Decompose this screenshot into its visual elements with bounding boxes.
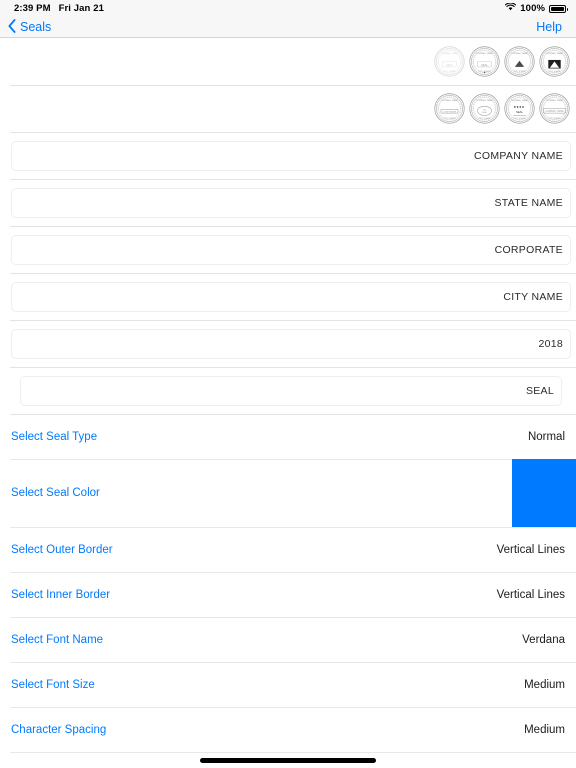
seal-thumb-8[interactable]: COMPANY NAME CITY STATE COMPANY NAME xyxy=(539,93,570,124)
svg-text:SEAL: SEAL xyxy=(481,63,488,67)
svg-text:COMPANY NAME: COMPANY NAME xyxy=(546,52,564,55)
svg-text:CITY STATE: CITY STATE xyxy=(444,117,456,120)
status-bar-left: 2:39 PM Fri Jan 21 xyxy=(14,3,104,14)
select-inner-border-label: Select Inner Border xyxy=(11,588,111,601)
company-name-field[interactable]: COMPANY NAME xyxy=(11,140,571,171)
svg-text:COMPANY NAME: COMPANY NAME xyxy=(441,99,459,102)
seal-thumb-1[interactable]: COMPANY NAME CITY STATE SEAL xyxy=(434,46,465,77)
year-field-row: 2018 xyxy=(0,320,576,367)
select-font-name-label: Select Font Name xyxy=(11,633,104,646)
status-bar-right: 100% xyxy=(505,2,568,14)
character-spacing-label: Character Spacing xyxy=(11,723,107,736)
svg-text:CORPORATE: CORPORATE xyxy=(443,110,457,113)
svg-text:CITY STATE: CITY STATE xyxy=(479,117,491,120)
svg-text:CITY STATE: CITY STATE xyxy=(549,117,561,120)
select-font-size-label: Select Font Size xyxy=(11,678,95,691)
back-button-label: Seals xyxy=(20,20,52,34)
status-time: 2:39 PM xyxy=(14,3,51,14)
select-outer-border-value: Vertical Lines xyxy=(496,543,565,556)
svg-text:COMPANY NAME: COMPANY NAME xyxy=(476,52,494,55)
select-font-name-value: Verdana xyxy=(522,633,565,646)
status-bar: 2:39 PM Fri Jan 21 100% xyxy=(0,0,576,17)
select-seal-color-row[interactable]: Select Seal Color xyxy=(0,459,576,527)
home-indicator[interactable] xyxy=(200,758,376,763)
seal-thumb-5[interactable]: COMPANY NAME CITY STATE CORPORATE xyxy=(434,93,465,124)
corporate-field-row: CORPORATE xyxy=(0,226,576,273)
seal-thumb-7[interactable]: COMPANY NAME CITY STATE SEAL xyxy=(504,93,535,124)
settings-list: COMPANY NAME CITY STATE SEAL COMPANY NAM… xyxy=(0,38,576,768)
help-button[interactable]: Help xyxy=(536,20,562,34)
svg-text:CITY STATE: CITY STATE xyxy=(444,70,456,73)
corporate-field[interactable]: CORPORATE xyxy=(11,234,571,265)
character-spacing-value: Medium xyxy=(524,723,565,736)
svg-text:COMPANY NAME: COMPANY NAME xyxy=(511,52,529,55)
year-field[interactable]: 2018 xyxy=(11,328,571,359)
svg-text:COMPANY NAME: COMPANY NAME xyxy=(546,99,564,102)
svg-text:COMPANY NAME: COMPANY NAME xyxy=(511,99,529,102)
seal-row-2: COMPANY NAME CITY STATE CORPORATE COMPAN… xyxy=(0,85,576,132)
select-outer-border-label: Select Outer Border xyxy=(11,543,113,556)
svg-text:CITY STATE: CITY STATE xyxy=(514,70,526,73)
svg-text:The: The xyxy=(483,109,487,111)
state-name-field-row: STATE NAME xyxy=(0,179,576,226)
select-seal-color-label: Select Seal Color xyxy=(11,487,100,499)
company-name-field-row: COMPANY NAME xyxy=(0,132,576,179)
seal-thumb-3[interactable]: COMPANY NAME CITY STATE xyxy=(504,46,535,77)
text-fields-section: COMPANY NAME STATE NAME CORPORATE CITY NAME… xyxy=(0,132,576,414)
svg-text:SEAL: SEAL xyxy=(446,63,453,67)
svg-text:COMPANY NAME: COMPANY NAME xyxy=(476,99,494,102)
svg-text:SEAL: SEAL xyxy=(516,110,524,114)
chevron-left-icon xyxy=(8,18,16,36)
select-seal-type-row[interactable]: Select Seal Type Normal xyxy=(0,414,576,459)
svg-text:SEAL: SEAL xyxy=(482,111,488,114)
seal-thumb-2[interactable]: COMPANY NAME CITY STATE SEAL xyxy=(469,46,500,77)
seal-color-swatch[interactable] xyxy=(512,459,576,527)
back-button[interactable]: Seals xyxy=(8,18,52,36)
select-outer-border-row[interactable]: Select Outer Border Vertical Lines xyxy=(0,527,576,572)
seal-thumb-4[interactable]: COMPANY NAME CITY STATE xyxy=(539,46,570,77)
select-inner-border-row[interactable]: Select Inner Border Vertical Lines xyxy=(0,572,576,617)
select-inner-border-value: Vertical Lines xyxy=(496,588,565,601)
navigation-bar: Seals Help xyxy=(0,17,576,38)
city-name-field-row: CITY NAME xyxy=(0,273,576,320)
svg-text:COMPANY NAME: COMPANY NAME xyxy=(441,52,459,55)
battery-percent-label: 100% xyxy=(520,3,545,14)
status-date: Fri Jan 21 xyxy=(58,3,104,14)
seal-row-1: COMPANY NAME CITY STATE SEAL COMPANY NAM… xyxy=(0,38,576,85)
svg-text:CITY STATE: CITY STATE xyxy=(549,70,561,73)
seal-preview-section: COMPANY NAME CITY STATE SEAL COMPANY NAM… xyxy=(0,38,576,132)
city-name-field[interactable]: CITY NAME xyxy=(11,281,571,312)
svg-text:COMPANY NAME: COMPANY NAME xyxy=(545,110,564,113)
select-font-size-value: Medium xyxy=(524,678,565,691)
select-seal-type-value: Normal xyxy=(527,430,565,443)
select-font-name-row[interactable]: Select Font Name Verdana xyxy=(0,617,576,662)
wifi-icon xyxy=(505,2,517,14)
svg-text:CITY STATE: CITY STATE xyxy=(514,117,526,120)
seal-field-row: SEAL xyxy=(0,367,576,414)
select-font-size-row[interactable]: Select Font Size Medium xyxy=(0,662,576,707)
seal-thumb-6[interactable]: COMPANY NAME CITY STATE The SEAL xyxy=(469,93,500,124)
options-section: Select Seal Type Normal Select Seal Color S… xyxy=(0,414,576,768)
seal-field[interactable]: SEAL xyxy=(20,375,562,406)
battery-icon xyxy=(549,4,568,13)
state-name-field[interactable]: STATE NAME xyxy=(11,187,571,218)
select-seal-type-label: Select Seal Type xyxy=(11,430,98,443)
character-spacing-row[interactable]: Character Spacing Medium xyxy=(0,707,576,752)
